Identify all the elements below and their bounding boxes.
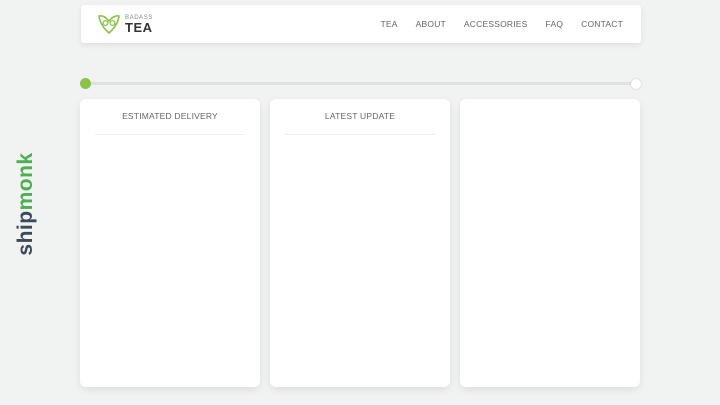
card-divider xyxy=(95,134,245,135)
badass-tea-logo[interactable]: BADASS TEA xyxy=(97,13,153,35)
logo-big-text: TEA xyxy=(125,19,153,35)
latest-update-card: LATEST UPDATE xyxy=(270,99,450,387)
tracking-progress-bar xyxy=(80,78,641,89)
main-nav: TEA ABOUT ACCESSORIES FAQ CONTACT xyxy=(363,5,624,43)
card-divider xyxy=(285,134,435,135)
site-header: BADASS TEA TEA ABOUT ACCESSORIES FAQ CON… xyxy=(81,5,641,43)
progress-end-dot xyxy=(631,78,641,89)
latest-update-title: LATEST UPDATE xyxy=(324,111,396,121)
empty-card xyxy=(460,99,640,387)
brand-monk-text: monk xyxy=(14,152,37,211)
owl-leaf-logo-icon xyxy=(98,15,120,35)
nav-accessories[interactable]: ACCESSORIES xyxy=(464,19,528,29)
nav-about[interactable]: ABOUT xyxy=(416,19,446,29)
shipmonk-brand: shipmonk xyxy=(14,152,38,255)
estimated-delivery-card: ESTIMATED DELIVERY xyxy=(80,99,260,387)
nav-contact[interactable]: CONTACT xyxy=(581,19,623,29)
nav-faq[interactable]: FAQ xyxy=(546,19,564,29)
nav-tea[interactable]: TEA xyxy=(381,19,398,29)
estimated-delivery-title: ESTIMATED DELIVERY xyxy=(122,111,218,121)
progress-start-dot xyxy=(80,78,91,89)
brand-ship-text: ship xyxy=(14,210,37,256)
